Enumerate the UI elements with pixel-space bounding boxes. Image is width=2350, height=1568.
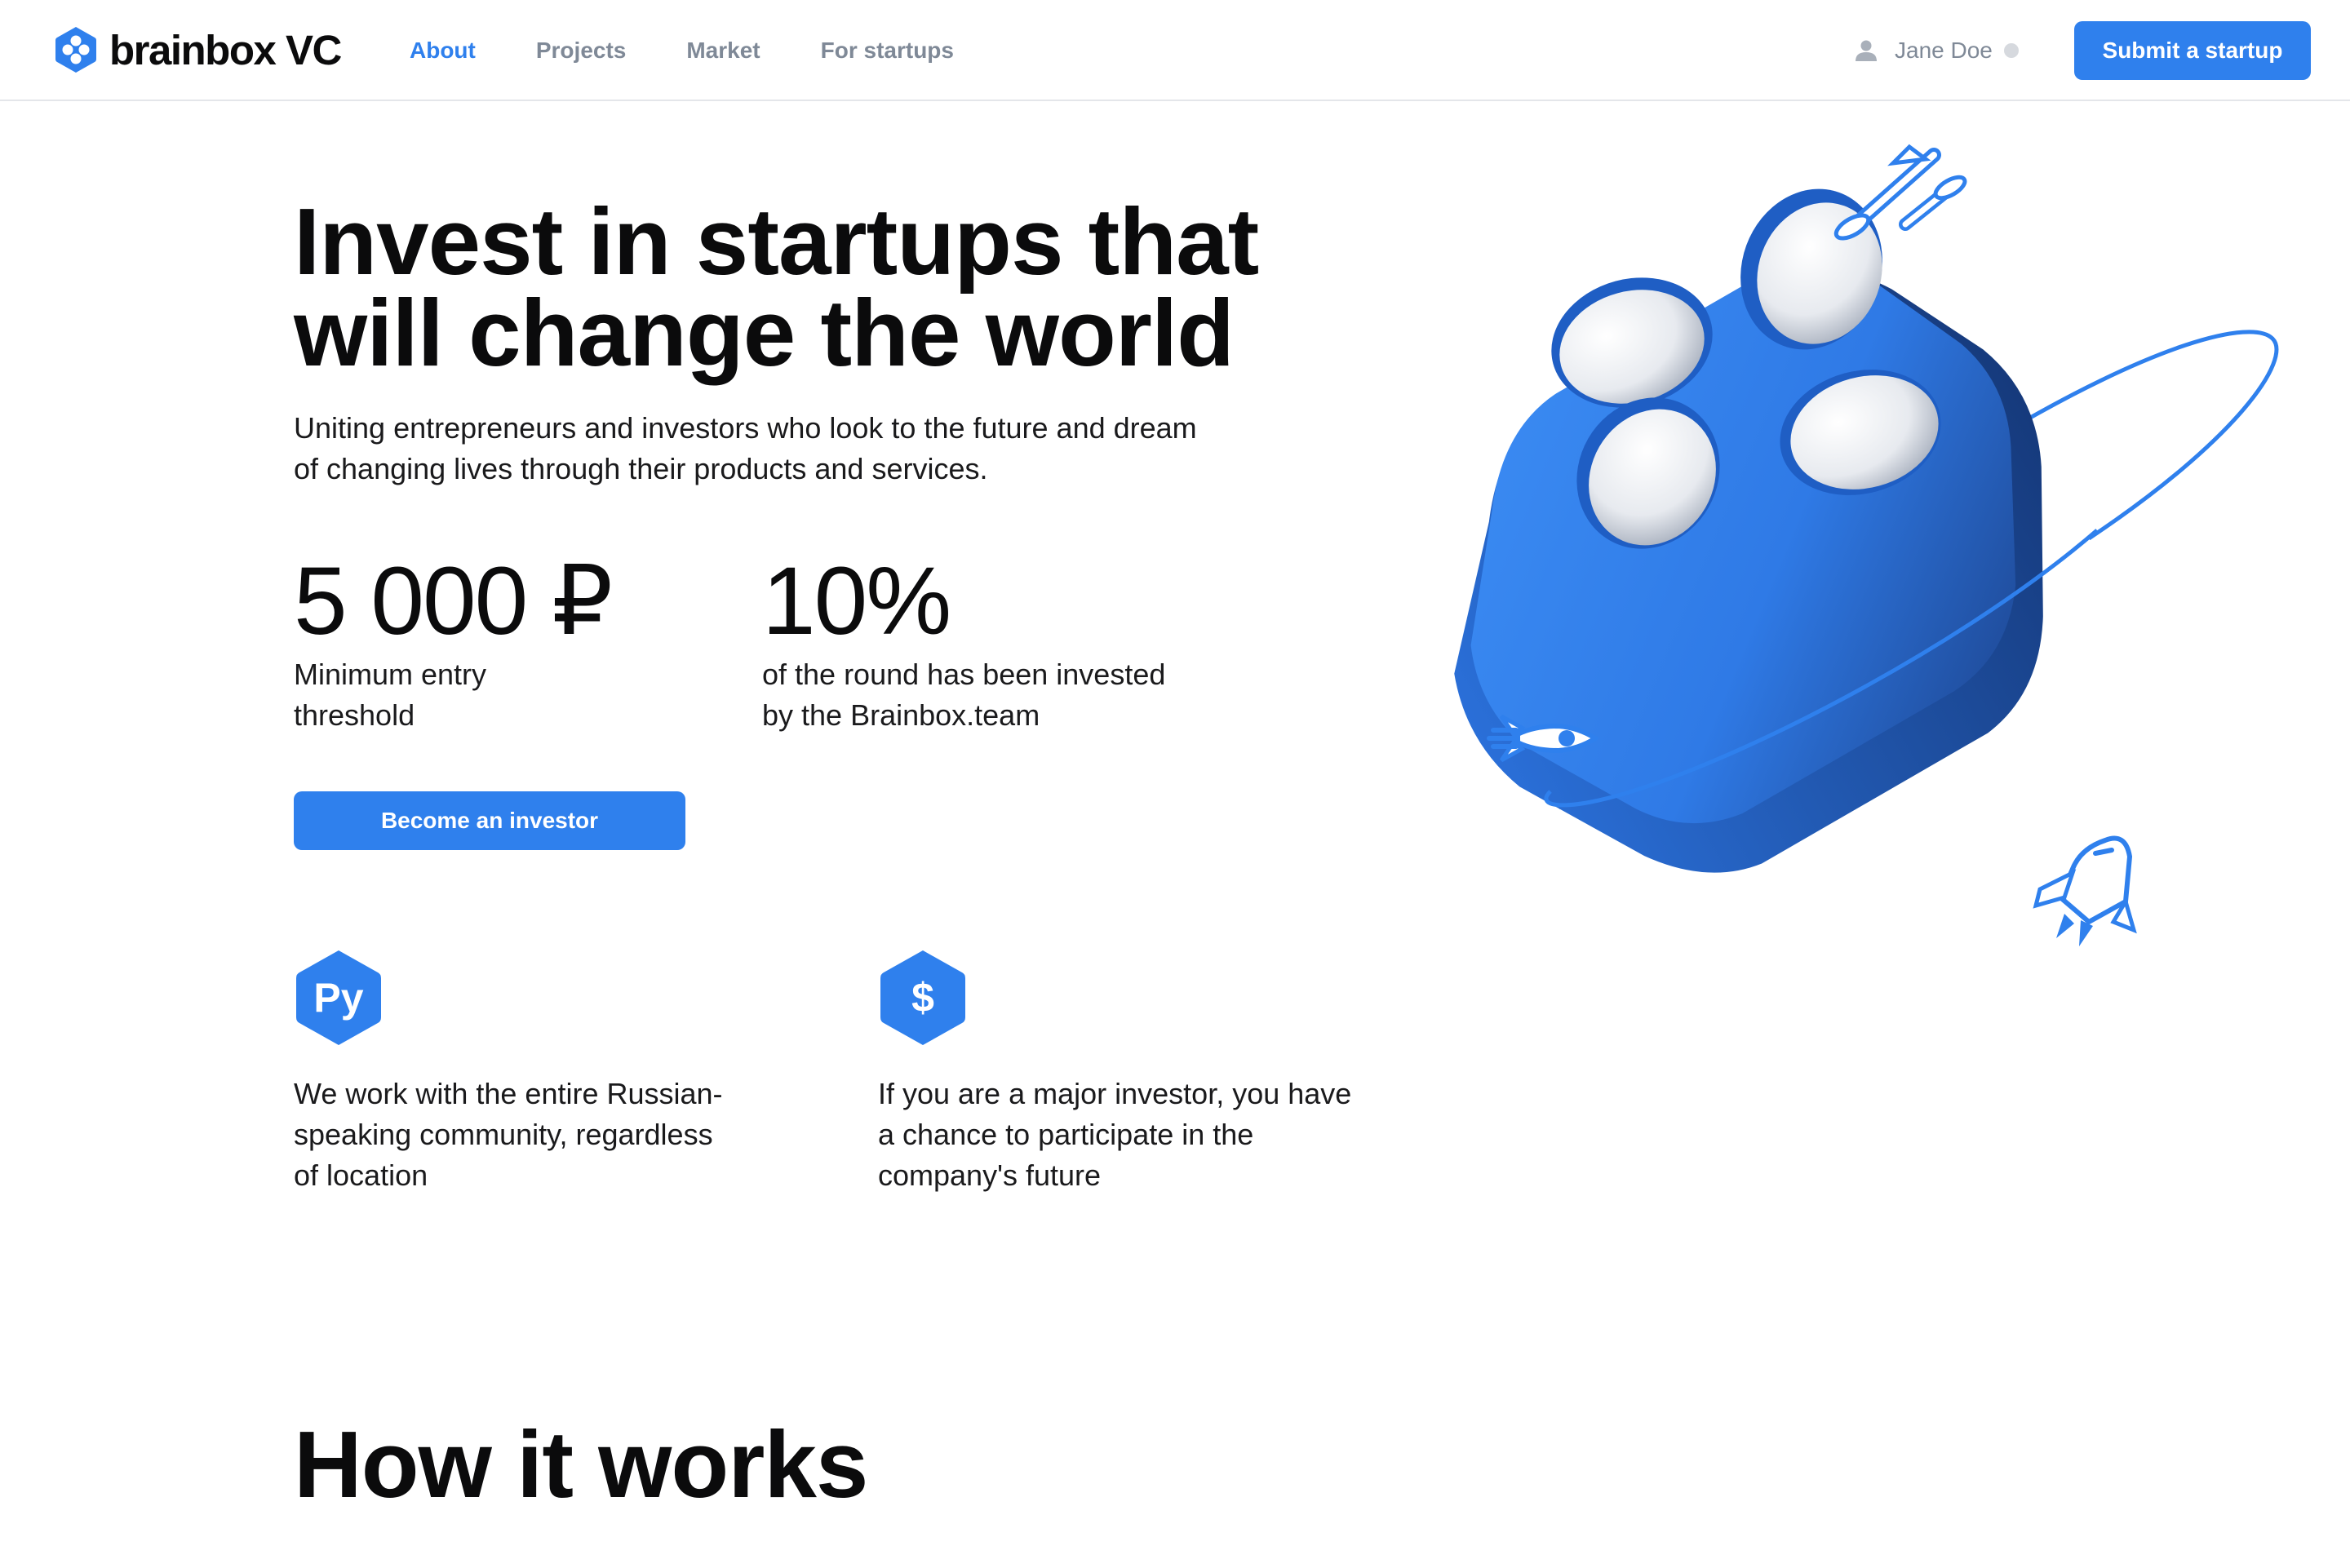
dollar-hexagon-icon: $ [878, 948, 968, 1048]
user-icon [1856, 40, 1877, 61]
stat-value: 10% [762, 547, 951, 655]
nav-item-about[interactable]: About [410, 38, 476, 64]
stat-label-line-2: threshold [294, 698, 415, 732]
nav-item-for-startups[interactable]: For startups [821, 38, 954, 64]
user-name: Jane Doe [1895, 38, 1993, 63]
stat-round-invested: 10% of the round has been invested by th… [762, 548, 1219, 736]
brainbox-logo-icon [55, 27, 96, 73]
feature-russian-community: Py We work with the entire Russian- spea… [294, 948, 783, 1196]
how-it-works-heading: How it works [294, 1411, 868, 1517]
stat-label: Minimum entry threshold [294, 654, 620, 736]
hexagon-label: $ [911, 975, 934, 1021]
become-investor-button[interactable]: Become an investor [294, 791, 685, 850]
feature-text-line-2: a chance to participate in the [878, 1118, 1254, 1151]
hero-subtitle-line-2: of changing lives through their products… [294, 452, 988, 485]
nav-item-projects[interactable]: Projects [536, 38, 627, 64]
hero-subtitle-line-1: Uniting entrepreneurs and investors who … [294, 411, 1197, 445]
feature-text-line-3: of location [294, 1158, 428, 1192]
nav-item-market[interactable]: Market [686, 38, 760, 64]
brainbox-3d-blob [1454, 188, 2043, 873]
hero-title-line-2: will change the world [294, 280, 1235, 386]
feature-text-line-2: speaking community, regardless [294, 1118, 713, 1151]
top-navigation-bar: brainbox VC About Projects Market For st… [0, 0, 2350, 101]
hero-title-line-1: Invest in startups that [294, 188, 1259, 295]
spaceship-icon [1833, 144, 1967, 241]
hero-subtitle: Uniting entrepreneurs and investors who … [294, 408, 1306, 489]
stat-label-line-1: of the round has been invested [762, 658, 1166, 691]
feature-text: We work with the entire Russian- speakin… [294, 1074, 783, 1196]
stat-label: of the round has been invested by the Br… [762, 654, 1219, 736]
feature-text-line-1: We work with the entire Russian- [294, 1077, 723, 1110]
feature-text-line-1: If you are a major investor, you have [878, 1077, 1352, 1110]
hexagon-label: Py [313, 975, 364, 1021]
stat-minimum-entry: 5 000 ₽ Minimum entry threshold [294, 548, 620, 736]
feature-text-line-3: company's future [878, 1158, 1102, 1192]
brand-logo[interactable]: brainbox VC [54, 24, 342, 75]
brand-name: brainbox VC [109, 26, 342, 73]
stat-value: 5 000 ₽ [294, 547, 613, 655]
shuttle-icon [2033, 835, 2137, 946]
main-nav: About Projects Market For startups [410, 0, 1014, 101]
user-menu[interactable]: Jane Doe [1854, 0, 2019, 101]
py-hexagon-icon: Py [294, 948, 384, 1048]
feature-text: If you are a major investor, you have a … [878, 1074, 1400, 1196]
submit-startup-button[interactable]: Submit a startup [2074, 21, 2311, 80]
hero-illustration [1454, 144, 2279, 946]
stat-label-line-1: Minimum entry [294, 658, 487, 691]
stat-label-line-2: by the Brainbox.team [762, 698, 1040, 732]
user-status-dot [2003, 43, 2019, 58]
